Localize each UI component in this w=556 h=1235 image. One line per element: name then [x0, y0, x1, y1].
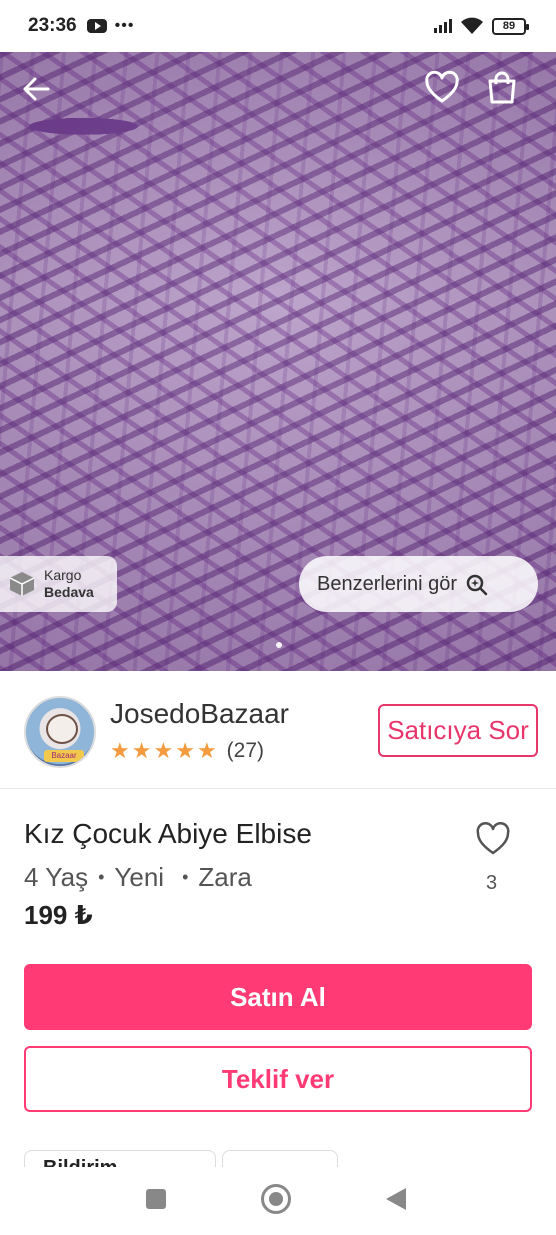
star-icon: ★	[131, 738, 152, 763]
free-shipping-line2: Bedava	[44, 584, 94, 600]
star-icon: ★	[110, 738, 130, 763]
see-similar-button[interactable]: Benzerlerini gör	[299, 556, 538, 612]
buy-button[interactable]: Satın Al	[24, 964, 532, 1030]
signal-icon	[434, 19, 452, 33]
rating-row: ★ ★ ★ ★ ★ (27)	[110, 738, 265, 763]
product-brand[interactable]: Zara	[198, 862, 251, 893]
see-similar-label: Benzerlerini gör	[317, 572, 458, 595]
status-icons: 89	[434, 17, 529, 35]
make-offer-button[interactable]: Teklif ver	[24, 1046, 532, 1112]
avatar-tag: Bazaar	[44, 750, 84, 762]
arrow-left-icon[interactable]	[20, 72, 54, 106]
status-more-dots: •••	[114, 17, 135, 34]
back-icon[interactable]	[386, 1188, 406, 1210]
seller-name[interactable]: JosedoBazaar	[110, 698, 289, 730]
battery-icon: 89	[492, 17, 529, 35]
system-nav-bar	[0, 1167, 556, 1235]
product-condition: Yeni	[114, 862, 165, 892]
heart-outline-icon[interactable]	[424, 70, 460, 106]
avatar-face	[46, 714, 78, 744]
product-meta: 4 Yaş • Yeni • Zara	[24, 862, 252, 893]
product-info: Kız Çocuk Abiye Elbise 4 Yaş • Yeni • Za…	[0, 790, 556, 970]
youtube-icon	[86, 19, 107, 33]
star-icon: ★	[153, 738, 174, 763]
free-shipping-line1: Kargo	[44, 567, 82, 583]
search-sparkle-icon	[466, 574, 488, 596]
product-title: Kız Çocuk Abiye Elbise	[24, 818, 312, 849]
box-icon	[9, 572, 35, 596]
star-icon: ★	[175, 738, 195, 763]
product-image[interactable]: Kargo Bedava Benzerlerini gör	[0, 52, 556, 671]
chip-secondary[interactable]	[222, 1150, 338, 1167]
recents-icon[interactable]	[146, 1189, 166, 1209]
rating-count: (27)	[226, 739, 265, 762]
seller-rating: ★ ★ ★ ★ ★ (27)	[110, 737, 310, 763]
ask-seller-button[interactable]: Satıcıya Sor	[378, 704, 538, 757]
like-count: 3	[486, 872, 498, 894]
home-icon[interactable]	[261, 1184, 291, 1214]
star-icon: ★	[196, 738, 217, 763]
image-pager-dot	[276, 642, 282, 648]
free-shipping-badge: Kargo Bedava	[0, 556, 117, 612]
status-time: 23:36	[28, 15, 77, 36]
meta-separator: •	[98, 867, 105, 887]
wifi-icon	[461, 17, 483, 34]
seller-section[interactable]: Bazaar JosedoBazaar ★ ★ ★ ★ ★ (27) Satıc…	[0, 671, 556, 789]
like-heart-icon[interactable]	[475, 822, 511, 856]
info-chips: Bildirim	[24, 1150, 544, 1167]
chip-notification[interactable]: Bildirim	[24, 1150, 216, 1167]
free-shipping-text: Kargo Bedava	[44, 567, 94, 601]
meta-separator: •	[182, 867, 189, 887]
product-price: 199 ₺	[24, 900, 93, 930]
shopping-bag-icon[interactable]	[484, 70, 520, 106]
avatar[interactable]: Bazaar	[24, 696, 96, 768]
status-bar: 23:36 ••• 89	[0, 0, 556, 52]
product-size: 4 Yaş	[24, 862, 89, 892]
